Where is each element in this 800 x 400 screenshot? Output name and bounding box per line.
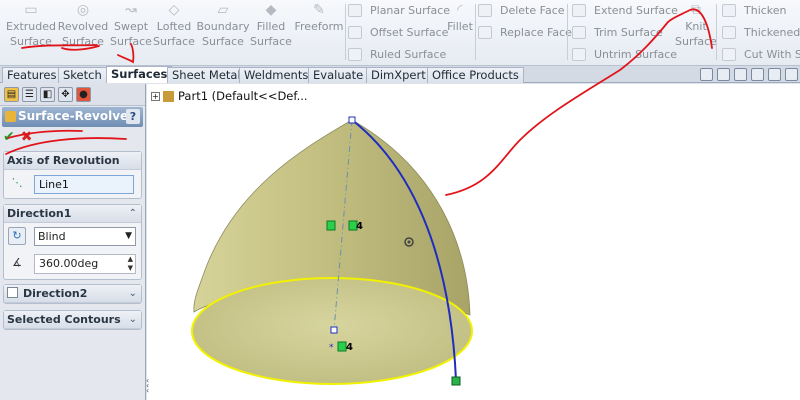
relation-marker[interactable] bbox=[326, 220, 336, 231]
profile-end-point[interactable] bbox=[451, 376, 461, 386]
model-overlay: * bbox=[5, 8, 713, 386]
relation-marker[interactable] bbox=[337, 341, 347, 352]
asterisk-marker: * bbox=[329, 343, 334, 353]
handle-label: 4 bbox=[346, 342, 353, 353]
axis-end-point[interactable] bbox=[330, 326, 338, 334]
handle-label: 4 bbox=[356, 221, 363, 232]
rotation-cursor-dot bbox=[407, 240, 411, 244]
panel-resize-handle[interactable]: ‹ ‹ ‹ bbox=[146, 377, 152, 400]
apex-point[interactable] bbox=[348, 116, 356, 124]
